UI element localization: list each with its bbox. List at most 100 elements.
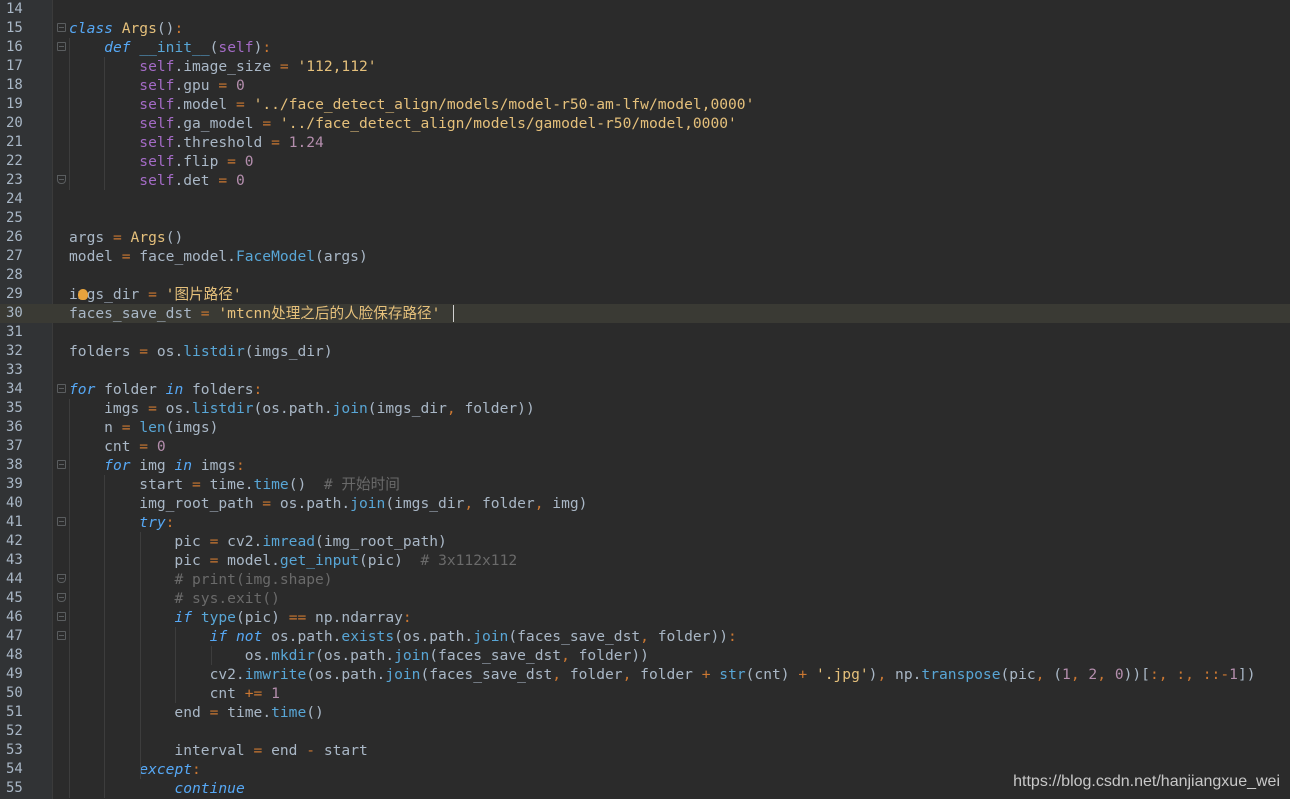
fold-marker-icon[interactable] — [57, 517, 66, 526]
fold-marker-icon[interactable] — [57, 42, 66, 51]
code-line[interactable]: 26 args = Args() — [0, 228, 1290, 247]
line-number: 31 — [6, 324, 23, 340]
code-line[interactable]: 42 pic = cv2.imread(img_root_path) — [0, 532, 1290, 551]
code-line[interactable]: 18 self.gpu = 0 — [0, 76, 1290, 95]
code-line[interactable]: 36 n = len(imgs) — [0, 418, 1290, 437]
line-number: 19 — [6, 96, 23, 112]
text-cursor — [453, 305, 454, 322]
code-line[interactable]: 48 os.mkdir(os.path.join(faces_save_dst,… — [0, 646, 1290, 665]
indent-guide — [104, 57, 106, 190]
code-line[interactable]: 25 — [0, 209, 1290, 228]
code-line[interactable]: 21 self.threshold = 1.24 — [0, 133, 1290, 152]
line-number: 53 — [6, 742, 23, 758]
code-line[interactable]: 37 cnt = 0 — [0, 437, 1290, 456]
line-number: 23 — [6, 172, 23, 188]
code-editor[interactable]: 14 15 class Args(): 16 def __init__(self): 1… — [0, 0, 1290, 799]
code-text: start = time.time() # 开始时间 — [69, 476, 400, 493]
line-number: 33 — [6, 362, 23, 378]
code-line[interactable]: 17 self.image_size = '112,112' — [0, 57, 1290, 76]
code-text: args = Args() — [69, 229, 184, 246]
code-text: model = face_model.FaceModel(args) — [69, 248, 368, 265]
code-line[interactable]: 35 imgs = os.listdir(os.path.join(imgs_d… — [0, 399, 1290, 418]
line-number: 44 — [6, 571, 23, 587]
code-line[interactable]: 23 self.det = 0 — [0, 171, 1290, 190]
code-line[interactable]: 24 — [0, 190, 1290, 209]
fold-marker-icon[interactable] — [57, 631, 66, 640]
code-text: img_root_path = os.path.join(imgs_dir, f… — [69, 495, 588, 512]
code-line[interactable]: 44 # print(img.shape) — [0, 570, 1290, 589]
line-number: 48 — [6, 647, 23, 663]
code-line[interactable]: 22 self.flip = 0 — [0, 152, 1290, 171]
code-text: imgs_dir = '图片路径' — [69, 286, 242, 303]
code-line[interactable]: 50 cnt += 1 — [0, 684, 1290, 703]
code-line[interactable]: 52 — [0, 722, 1290, 741]
line-number: 35 — [6, 400, 23, 416]
code-line[interactable]: 40 img_root_path = os.path.join(imgs_dir… — [0, 494, 1290, 513]
code-line[interactable]: 51 end = time.time() — [0, 703, 1290, 722]
fold-marker-icon[interactable] — [57, 574, 66, 583]
code-line[interactable]: 20 self.ga_model = '../face_detect_align… — [0, 114, 1290, 133]
code-text: faces_save_dst = 'mtcnn处理之后的人脸保存路径' — [69, 305, 441, 322]
code-line[interactable]: 33 — [0, 361, 1290, 380]
fold-marker-icon[interactable] — [57, 175, 66, 184]
line-number: 24 — [6, 191, 23, 207]
line-number: 49 — [6, 666, 23, 682]
line-number: 15 — [6, 20, 23, 36]
fold-marker-icon[interactable] — [57, 593, 66, 602]
code-line[interactable]: 30 faces_save_dst = 'mtcnn处理之后的人脸保存路径' — [0, 304, 1290, 323]
code-text: end = time.time() — [174, 704, 324, 721]
code-line[interactable]: 53 interval = end - start — [0, 741, 1290, 760]
line-number: 22 — [6, 153, 23, 169]
code-line[interactable]: 34 for folder in folders: — [0, 380, 1290, 399]
line-number: 30 — [6, 305, 23, 321]
code-line[interactable]: 39 start = time.time() # 开始时间 — [0, 475, 1290, 494]
code-text: try: — [139, 514, 175, 531]
code-line[interactable]: 32 folders = os.listdir(imgs_dir) — [0, 342, 1290, 361]
code-text: self.flip = 0 — [139, 153, 254, 170]
code-text: imgs = os.listdir(os.path.join(imgs_dir,… — [69, 400, 535, 417]
fold-marker-icon[interactable] — [57, 460, 66, 469]
line-number: 52 — [6, 723, 23, 739]
code-line[interactable]: 46 if type(pic) == np.ndarray: — [0, 608, 1290, 627]
code-text: for img in imgs: — [104, 457, 245, 474]
code-line[interactable]: 49 cv2.imwrite(os.path.join(faces_save_d… — [0, 665, 1290, 684]
code-text: interval = end - start — [69, 742, 368, 759]
line-number: 28 — [6, 267, 23, 283]
code-line[interactable]: 41 try: — [0, 513, 1290, 532]
code-text: pic = model.get_input(pic) # 3x112x112 — [174, 552, 518, 569]
code-text: os.mkdir(os.path.join(faces_save_dst, fo… — [69, 647, 649, 664]
code-line[interactable]: 29 imgs_dir = '图片路径' — [0, 285, 1290, 304]
code-text: # print(img.shape) — [174, 571, 333, 588]
code-text: n = len(imgs) — [69, 419, 219, 436]
code-line[interactable]: 14 — [0, 0, 1290, 19]
code-line[interactable]: 38 for img in imgs: — [0, 456, 1290, 475]
code-line[interactable]: 16 def __init__(self): — [0, 38, 1290, 57]
code-line[interactable]: 19 self.model = '../face_detect_align/mo… — [0, 95, 1290, 114]
code-line[interactable]: 27 model = face_model.FaceModel(args) — [0, 247, 1290, 266]
indent-guide — [139, 532, 141, 779]
line-number: 29 — [6, 286, 23, 302]
code-line[interactable]: 45 # sys.exit() — [0, 589, 1290, 608]
line-number: 32 — [6, 343, 23, 359]
code-text: folders = os.listdir(imgs_dir) — [69, 343, 333, 360]
fold-marker-icon[interactable] — [57, 612, 66, 621]
line-number: 42 — [6, 533, 23, 549]
code-line[interactable]: 47 if not os.path.exists(os.path.join(fa… — [0, 627, 1290, 646]
lightbulb-icon[interactable] — [78, 289, 88, 300]
code-line[interactable]: 31 — [0, 323, 1290, 342]
fold-marker-icon[interactable] — [57, 384, 66, 393]
fold-marker-icon[interactable] — [57, 23, 66, 32]
code-line[interactable]: 43 pic = model.get_input(pic) # 3x112x11… — [0, 551, 1290, 570]
line-number: 54 — [6, 761, 23, 777]
indent-guide — [175, 627, 177, 703]
line-number: 17 — [6, 58, 23, 74]
line-number: 43 — [6, 552, 23, 568]
code-text: pic = cv2.imread(img_root_path) — [174, 533, 447, 550]
code-line[interactable]: 15 class Args(): — [0, 19, 1290, 38]
code-line[interactable]: 28 — [0, 266, 1290, 285]
code-text: if type(pic) == np.ndarray: — [174, 609, 412, 626]
code-text: self.det = 0 — [139, 172, 245, 189]
line-number: 50 — [6, 685, 23, 701]
line-number: 46 — [6, 609, 23, 625]
line-number: 45 — [6, 590, 23, 606]
